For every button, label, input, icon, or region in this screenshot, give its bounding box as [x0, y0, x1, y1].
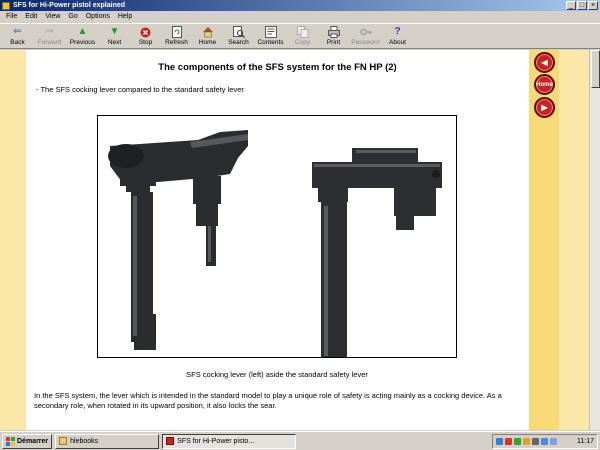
back-button[interactable]: ⇐ Back — [2, 24, 33, 49]
search-label: Search — [228, 39, 249, 46]
display-icon[interactable] — [541, 438, 548, 445]
down-arrow-icon: ▼ — [109, 26, 120, 37]
window-controls: _ □ × — [566, 1, 598, 10]
nav-previous-page-button[interactable]: ◀ — [534, 52, 555, 73]
antivirus-icon[interactable] — [505, 438, 512, 445]
menu-help[interactable]: Help — [114, 13, 136, 20]
nav-next-page-button[interactable]: ▶ — [534, 97, 555, 118]
toolbar: ⇐ Back ⇒ Forward ▲ Previous ▼ Next Stop … — [0, 23, 600, 49]
question-icon: ? — [394, 26, 401, 37]
body-paragraph: In the SFS system, the lever which is in… — [34, 391, 502, 410]
taskbar-item-label: hlebooks — [70, 437, 99, 445]
printer-icon — [327, 26, 340, 38]
contents-button[interactable]: Contents — [254, 24, 287, 49]
print-label: Print — [326, 39, 341, 46]
menu-edit[interactable]: Edit — [21, 13, 41, 20]
folder-icon — [59, 437, 68, 445]
scroll-thumb[interactable] — [591, 50, 600, 88]
stop-button[interactable]: Stop — [130, 24, 161, 49]
password-label: Password — [351, 39, 380, 46]
minimize-button[interactable]: _ — [566, 1, 576, 10]
previous-label: Previous — [69, 39, 96, 46]
nav-home-button[interactable]: Home — [534, 74, 555, 95]
app-icon — [2, 1, 10, 10]
menu-options[interactable]: Options — [82, 13, 114, 20]
taskbar: Démarrer hlebooks SFS for Hi-Power pisto… — [0, 431, 600, 450]
content-frame: ◀ Home ▶ The components of the SFS syste… — [0, 50, 600, 430]
menu-file[interactable]: File — [2, 13, 21, 20]
network-icon[interactable] — [496, 438, 503, 445]
next-button[interactable]: ▼ Next — [99, 24, 130, 49]
start-button[interactable]: Démarrer — [2, 433, 53, 449]
refresh-label: Refresh — [165, 39, 188, 46]
system-tray: 11:17 — [492, 434, 598, 449]
taskbar-item-sfs-viewer[interactable]: SFS for Hi-Power pisto... — [162, 433, 297, 449]
forward-button[interactable]: ⇒ Forward — [33, 24, 66, 49]
update-icon[interactable] — [523, 438, 530, 445]
title-bar: SFS for Hi-Power pistol explained _ □ × — [0, 0, 600, 11]
home-button[interactable]: Home — [192, 24, 223, 49]
up-arrow-icon: ▲ — [77, 26, 88, 37]
password-button[interactable]: Password — [349, 24, 382, 49]
page-title: The components of the SFS system for the… — [158, 62, 397, 73]
photo-caption: SFS cocking lever (left) aside the stand… — [186, 370, 368, 379]
close-button[interactable]: × — [588, 1, 598, 10]
menu-view[interactable]: View — [41, 13, 64, 20]
windows-logo-icon — [6, 436, 15, 446]
book-icon — [166, 437, 175, 445]
about-button[interactable]: ? About — [382, 24, 413, 49]
levers-illustration — [108, 130, 442, 370]
clock: 11:17 — [577, 438, 594, 445]
vertical-scrollbar[interactable] — [589, 50, 600, 430]
right-arrow-icon: ▶ — [541, 103, 548, 112]
volume-icon[interactable] — [532, 438, 539, 445]
copy-icon — [296, 26, 309, 38]
about-label: About — [389, 39, 406, 46]
key-icon — [359, 26, 372, 38]
page-subtitle: - The SFS cocking lever compared to the … — [36, 85, 244, 94]
back-arrow-icon: ⇐ — [13, 26, 22, 37]
taskbar-item-hlebooks[interactable]: hlebooks — [55, 433, 160, 449]
levers-photo — [97, 115, 457, 370]
left-sidebar — [0, 50, 26, 430]
left-arrow-icon: ◀ — [541, 58, 548, 67]
contents-icon — [264, 26, 277, 38]
messenger-icon[interactable] — [550, 438, 557, 445]
stop-icon — [140, 26, 152, 38]
next-label: Next — [107, 39, 122, 46]
home-icon — [202, 26, 214, 38]
refresh-button[interactable]: Refresh — [161, 24, 192, 49]
previous-button[interactable]: ▲ Previous — [66, 24, 99, 49]
copy-button[interactable]: Copy — [287, 24, 318, 49]
contents-label: Contents — [257, 39, 284, 46]
forward-label: Forward — [37, 39, 62, 46]
shield-icon[interactable] — [514, 438, 521, 445]
start-label: Démarrer — [17, 437, 49, 445]
window-title: SFS for Hi-Power pistol explained — [13, 2, 126, 9]
print-button[interactable]: Print — [318, 24, 349, 49]
menu-bar: File Edit View Go Options Help — [0, 11, 600, 22]
back-label: Back — [10, 39, 25, 46]
nav-home-label: Home — [536, 81, 553, 88]
search-icon — [232, 26, 245, 38]
forward-arrow-icon: ⇒ — [45, 26, 54, 37]
home-label: Home — [198, 39, 217, 46]
menu-go[interactable]: Go — [64, 13, 81, 20]
stop-label: Stop — [138, 39, 153, 46]
maximize-button[interactable]: □ — [577, 1, 587, 10]
taskbar-item-label: SFS for Hi-Power pisto... — [177, 437, 255, 445]
copy-label: Copy — [294, 39, 311, 46]
refresh-icon — [171, 26, 183, 38]
search-button[interactable]: Search — [223, 24, 254, 49]
